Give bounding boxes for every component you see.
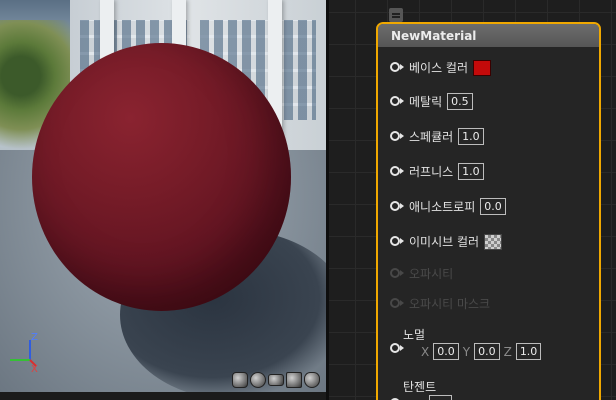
axis-z-label: Z xyxy=(31,332,38,343)
normal-y-field[interactable]: 0.0 xyxy=(474,343,500,360)
pin-label: 이미시브 컬러 xyxy=(409,235,480,249)
pin-label: 스페큘러 xyxy=(409,130,454,144)
texture-swatch[interactable] xyxy=(484,233,503,250)
plane-icon[interactable] xyxy=(268,374,284,386)
pin-emissive-color[interactable]: 이미시브 컬러 xyxy=(390,233,503,250)
node-title: NewMaterial xyxy=(391,28,477,43)
input-pin-icon[interactable] xyxy=(390,201,404,212)
pin-label: 메탈릭 xyxy=(409,95,443,109)
pin-tangent[interactable]: 탄젠트 xyxy=(390,378,436,395)
pin-anisotropy[interactable]: 애니소트로피 0.0 xyxy=(390,198,506,215)
input-pin-icon[interactable] xyxy=(390,96,404,107)
node-header[interactable]: NewMaterial xyxy=(378,24,599,47)
input-pin-icon xyxy=(390,268,404,279)
preview-shape-toolbar xyxy=(232,372,320,390)
pin-tangent-connector[interactable] xyxy=(390,395,452,400)
value-field[interactable]: 1.0 xyxy=(458,163,484,180)
pin-opacity: 오파시티 xyxy=(390,265,453,282)
pin-label: 오파시티 마스크 xyxy=(409,297,491,311)
value-field[interactable]: 0.5 xyxy=(447,93,473,110)
vector-x-label: X xyxy=(421,344,430,359)
pin-base-color[interactable]: 베이스 컬러 xyxy=(390,59,492,76)
preview-sphere[interactable] xyxy=(32,43,291,311)
material-preview-viewport[interactable]: Z X xyxy=(0,0,326,392)
normal-z-field[interactable]: 1.0 xyxy=(515,343,542,360)
input-pin-icon[interactable] xyxy=(390,62,404,73)
cylinder-icon[interactable] xyxy=(232,372,248,388)
normal-x-field[interactable]: 0.0 xyxy=(433,343,459,360)
tangent-x-field[interactable] xyxy=(429,395,452,400)
pin-label: 노멀 xyxy=(403,328,426,342)
node-body: 베이스 컬러 메탈릭 0.5 스페큘러 1.0 러프니스 1.0 애니소트로피 … xyxy=(378,47,599,400)
pin-opacity-mask: 오파시티 마스크 xyxy=(390,295,490,312)
input-pin-icon[interactable] xyxy=(390,343,404,354)
pin-label: 탄젠트 xyxy=(403,380,437,394)
normal-vector-fields: X 0.0 Y 0.0 Z 1.0 xyxy=(421,343,542,360)
material-result-node[interactable]: NewMaterial 베이스 컬러 메탈릭 0.5 스페큘러 1.0 러프니스… xyxy=(376,22,601,400)
axis-gizmo-icon: Z X xyxy=(10,332,38,374)
teapot-icon[interactable] xyxy=(304,372,320,388)
sphere-icon[interactable] xyxy=(250,372,266,388)
pin-normal[interactable]: 노멀 xyxy=(390,326,425,343)
input-pin-icon[interactable] xyxy=(390,166,404,177)
input-pin-icon[interactable] xyxy=(390,236,404,247)
color-swatch[interactable] xyxy=(473,59,492,76)
comment-icon[interactable] xyxy=(389,8,403,22)
vector-z-label: Z xyxy=(503,344,512,359)
input-pin-icon xyxy=(390,298,404,309)
pin-label: 러프니스 xyxy=(409,165,454,179)
pin-label: 애니소트로피 xyxy=(409,200,476,214)
viewport-bottom-bar xyxy=(0,392,326,400)
value-field[interactable]: 0.0 xyxy=(480,198,506,215)
pin-specular[interactable]: 스페큘러 1.0 xyxy=(390,128,484,145)
pin-label: 베이스 컬러 xyxy=(409,61,469,75)
vector-y-label: Y xyxy=(462,344,471,359)
cube-icon[interactable] xyxy=(286,372,302,388)
value-field[interactable]: 1.0 xyxy=(458,128,484,145)
input-pin-icon[interactable] xyxy=(390,131,404,142)
axis-x-label: X xyxy=(31,364,38,374)
pin-metallic[interactable]: 메탈릭 0.5 xyxy=(390,93,473,110)
pin-label: 오파시티 xyxy=(409,267,454,281)
pin-normal-connector[interactable] xyxy=(390,343,404,354)
pin-roughness[interactable]: 러프니스 1.0 xyxy=(390,163,484,180)
